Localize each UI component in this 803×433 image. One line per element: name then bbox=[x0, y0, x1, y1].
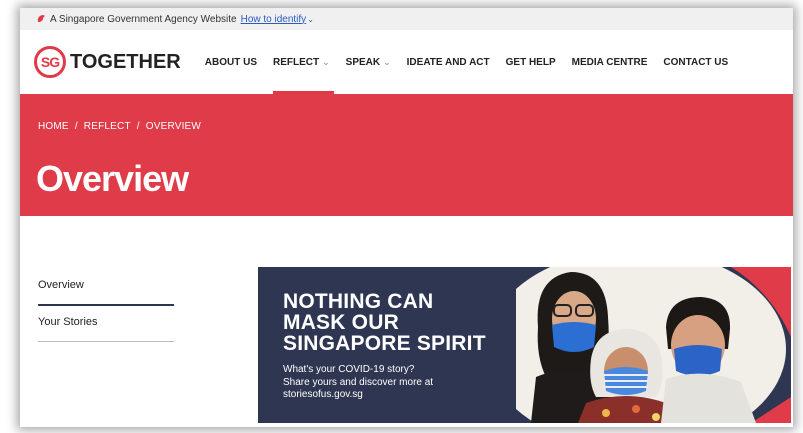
sidebar-nav: Overview Your Stories bbox=[38, 270, 174, 342]
banner-headline-line: MASK OUR bbox=[283, 311, 399, 334]
nav-ideate-and-act[interactable]: IDEATE AND ACT bbox=[407, 30, 490, 94]
nav-contact-us-label: CONTACT US bbox=[663, 56, 729, 68]
singapore-lion-icon bbox=[37, 15, 45, 22]
page-title: Overview bbox=[36, 158, 189, 199]
how-to-identify-link[interactable]: How to identify bbox=[241, 14, 307, 25]
logo-mark: SG bbox=[34, 46, 66, 78]
banner-headline-line: NOTHING CAN bbox=[283, 290, 434, 313]
banner-photo bbox=[516, 267, 791, 423]
breadcrumb-separator: / bbox=[74, 121, 78, 132]
nav-reflect[interactable]: REFLECT ⌄ bbox=[273, 30, 334, 94]
banner-headline-line: SINGAPORE SPIRIT bbox=[283, 332, 486, 355]
page-hero: HOME / REFLECT / OVERVIEW Overview bbox=[20, 94, 793, 216]
logo-wordmark: TOGETHER bbox=[70, 50, 181, 73]
nav-media-centre[interactable]: MEDIA CENTRE bbox=[572, 30, 648, 94]
chevron-down-icon[interactable]: ⌄ bbox=[307, 15, 314, 24]
nav-get-help[interactable]: GET HELP bbox=[506, 30, 556, 94]
chevron-down-icon: ⌄ bbox=[322, 56, 330, 67]
breadcrumb-current: OVERVIEW bbox=[145, 121, 202, 132]
sidebar-item-your-stories[interactable]: Your Stories bbox=[38, 306, 174, 342]
nav-ideate-label: IDEATE AND ACT bbox=[406, 56, 490, 68]
sg-together-logo[interactable]: SG TOGETHER bbox=[34, 46, 181, 78]
banner-headline: NOTHING CAN MASK OUR SINGAPORE SPIRIT bbox=[283, 291, 513, 354]
nav-media-centre-label: MEDIA CENTRE bbox=[571, 56, 648, 68]
campaign-banner[interactable]: NOTHING CAN MASK OUR SINGAPORE SPIRIT Wh… bbox=[258, 267, 791, 423]
nav-about-us-label: ABOUT US bbox=[204, 56, 257, 68]
site-header: SG TOGETHER ABOUT US REFLECT ⌄ SPEAK ⌄ I… bbox=[20, 30, 793, 94]
sidebar-item-overview[interactable]: Overview bbox=[38, 270, 174, 306]
banner-url: storiesofus.gov.sg bbox=[283, 389, 363, 400]
main-nav: ABOUT US REFLECT ⌄ SPEAK ⌄ IDEATE AND AC… bbox=[205, 30, 744, 94]
nav-contact-us[interactable]: CONTACT US bbox=[663, 30, 728, 94]
banner-subtext: What's your COVID-19 story? Share yours … bbox=[283, 364, 513, 402]
government-masthead: A Singapore Government Agency Website Ho… bbox=[20, 8, 793, 30]
chevron-down-icon: ⌄ bbox=[383, 56, 391, 67]
browser-page: A Singapore Government Agency Website Ho… bbox=[20, 8, 793, 427]
nav-about-us[interactable]: ABOUT US bbox=[205, 30, 257, 94]
breadcrumb-reflect[interactable]: REFLECT bbox=[84, 121, 131, 132]
nav-reflect-label: REFLECT bbox=[273, 56, 320, 68]
breadcrumb: HOME / REFLECT / OVERVIEW bbox=[38, 121, 201, 132]
nav-get-help-label: GET HELP bbox=[505, 56, 556, 68]
banner-subtext-line: What's your COVID-19 story? bbox=[283, 364, 415, 375]
breadcrumb-home[interactable]: HOME bbox=[38, 121, 69, 132]
breadcrumb-separator: / bbox=[136, 121, 140, 132]
banner-subtext-line: Share yours and discover more at bbox=[283, 376, 434, 388]
nav-speak[interactable]: SPEAK ⌄ bbox=[346, 30, 391, 94]
nav-speak-label: SPEAK bbox=[345, 56, 381, 68]
masthead-text: A Singapore Government Agency Website bbox=[50, 13, 237, 25]
